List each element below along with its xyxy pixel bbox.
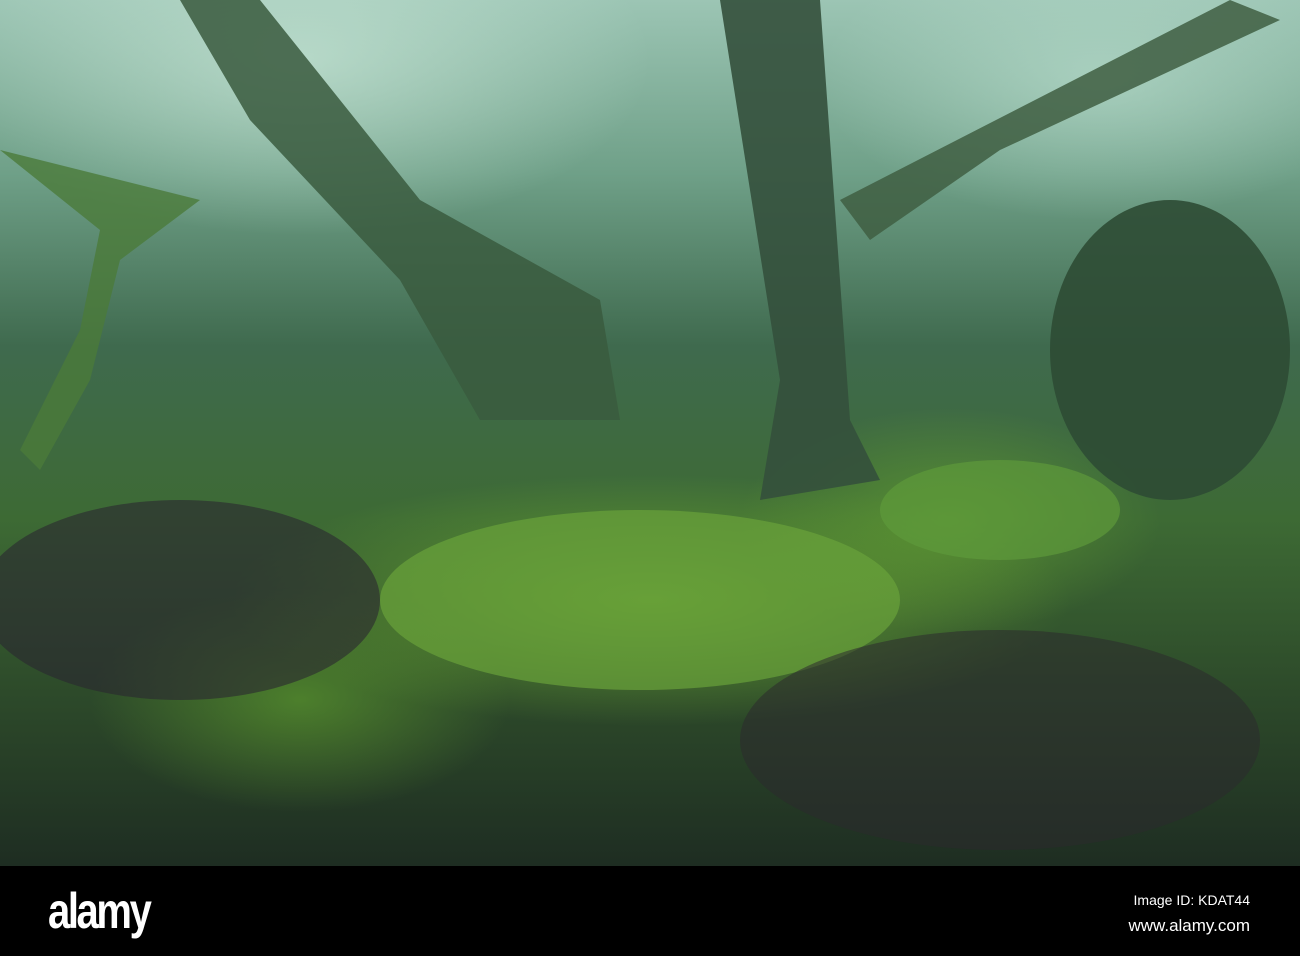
tree-shapes <box>0 0 1290 850</box>
mossy-forest-photo <box>0 0 1300 866</box>
branch-right <box>840 0 1280 240</box>
stock-photo: alamy Image ID: KDAT44 www.alamy.com <box>0 0 1300 956</box>
moss-boulder-right <box>1050 200 1290 500</box>
watermark-bar: alamy Image ID: KDAT44 www.alamy.com <box>0 866 1300 956</box>
tree-trunk-left <box>180 0 620 420</box>
leaf-litter <box>740 630 1260 850</box>
branch-left <box>0 150 200 470</box>
alamy-logo: alamy <box>48 883 152 939</box>
fern-patch <box>0 500 380 700</box>
image-id: Image ID: KDAT44 <box>1133 892 1250 908</box>
tree-trunk-center <box>720 0 880 500</box>
moss-boulder-mid <box>880 460 1120 560</box>
site-url: www.alamy.com <box>1128 916 1250 935</box>
